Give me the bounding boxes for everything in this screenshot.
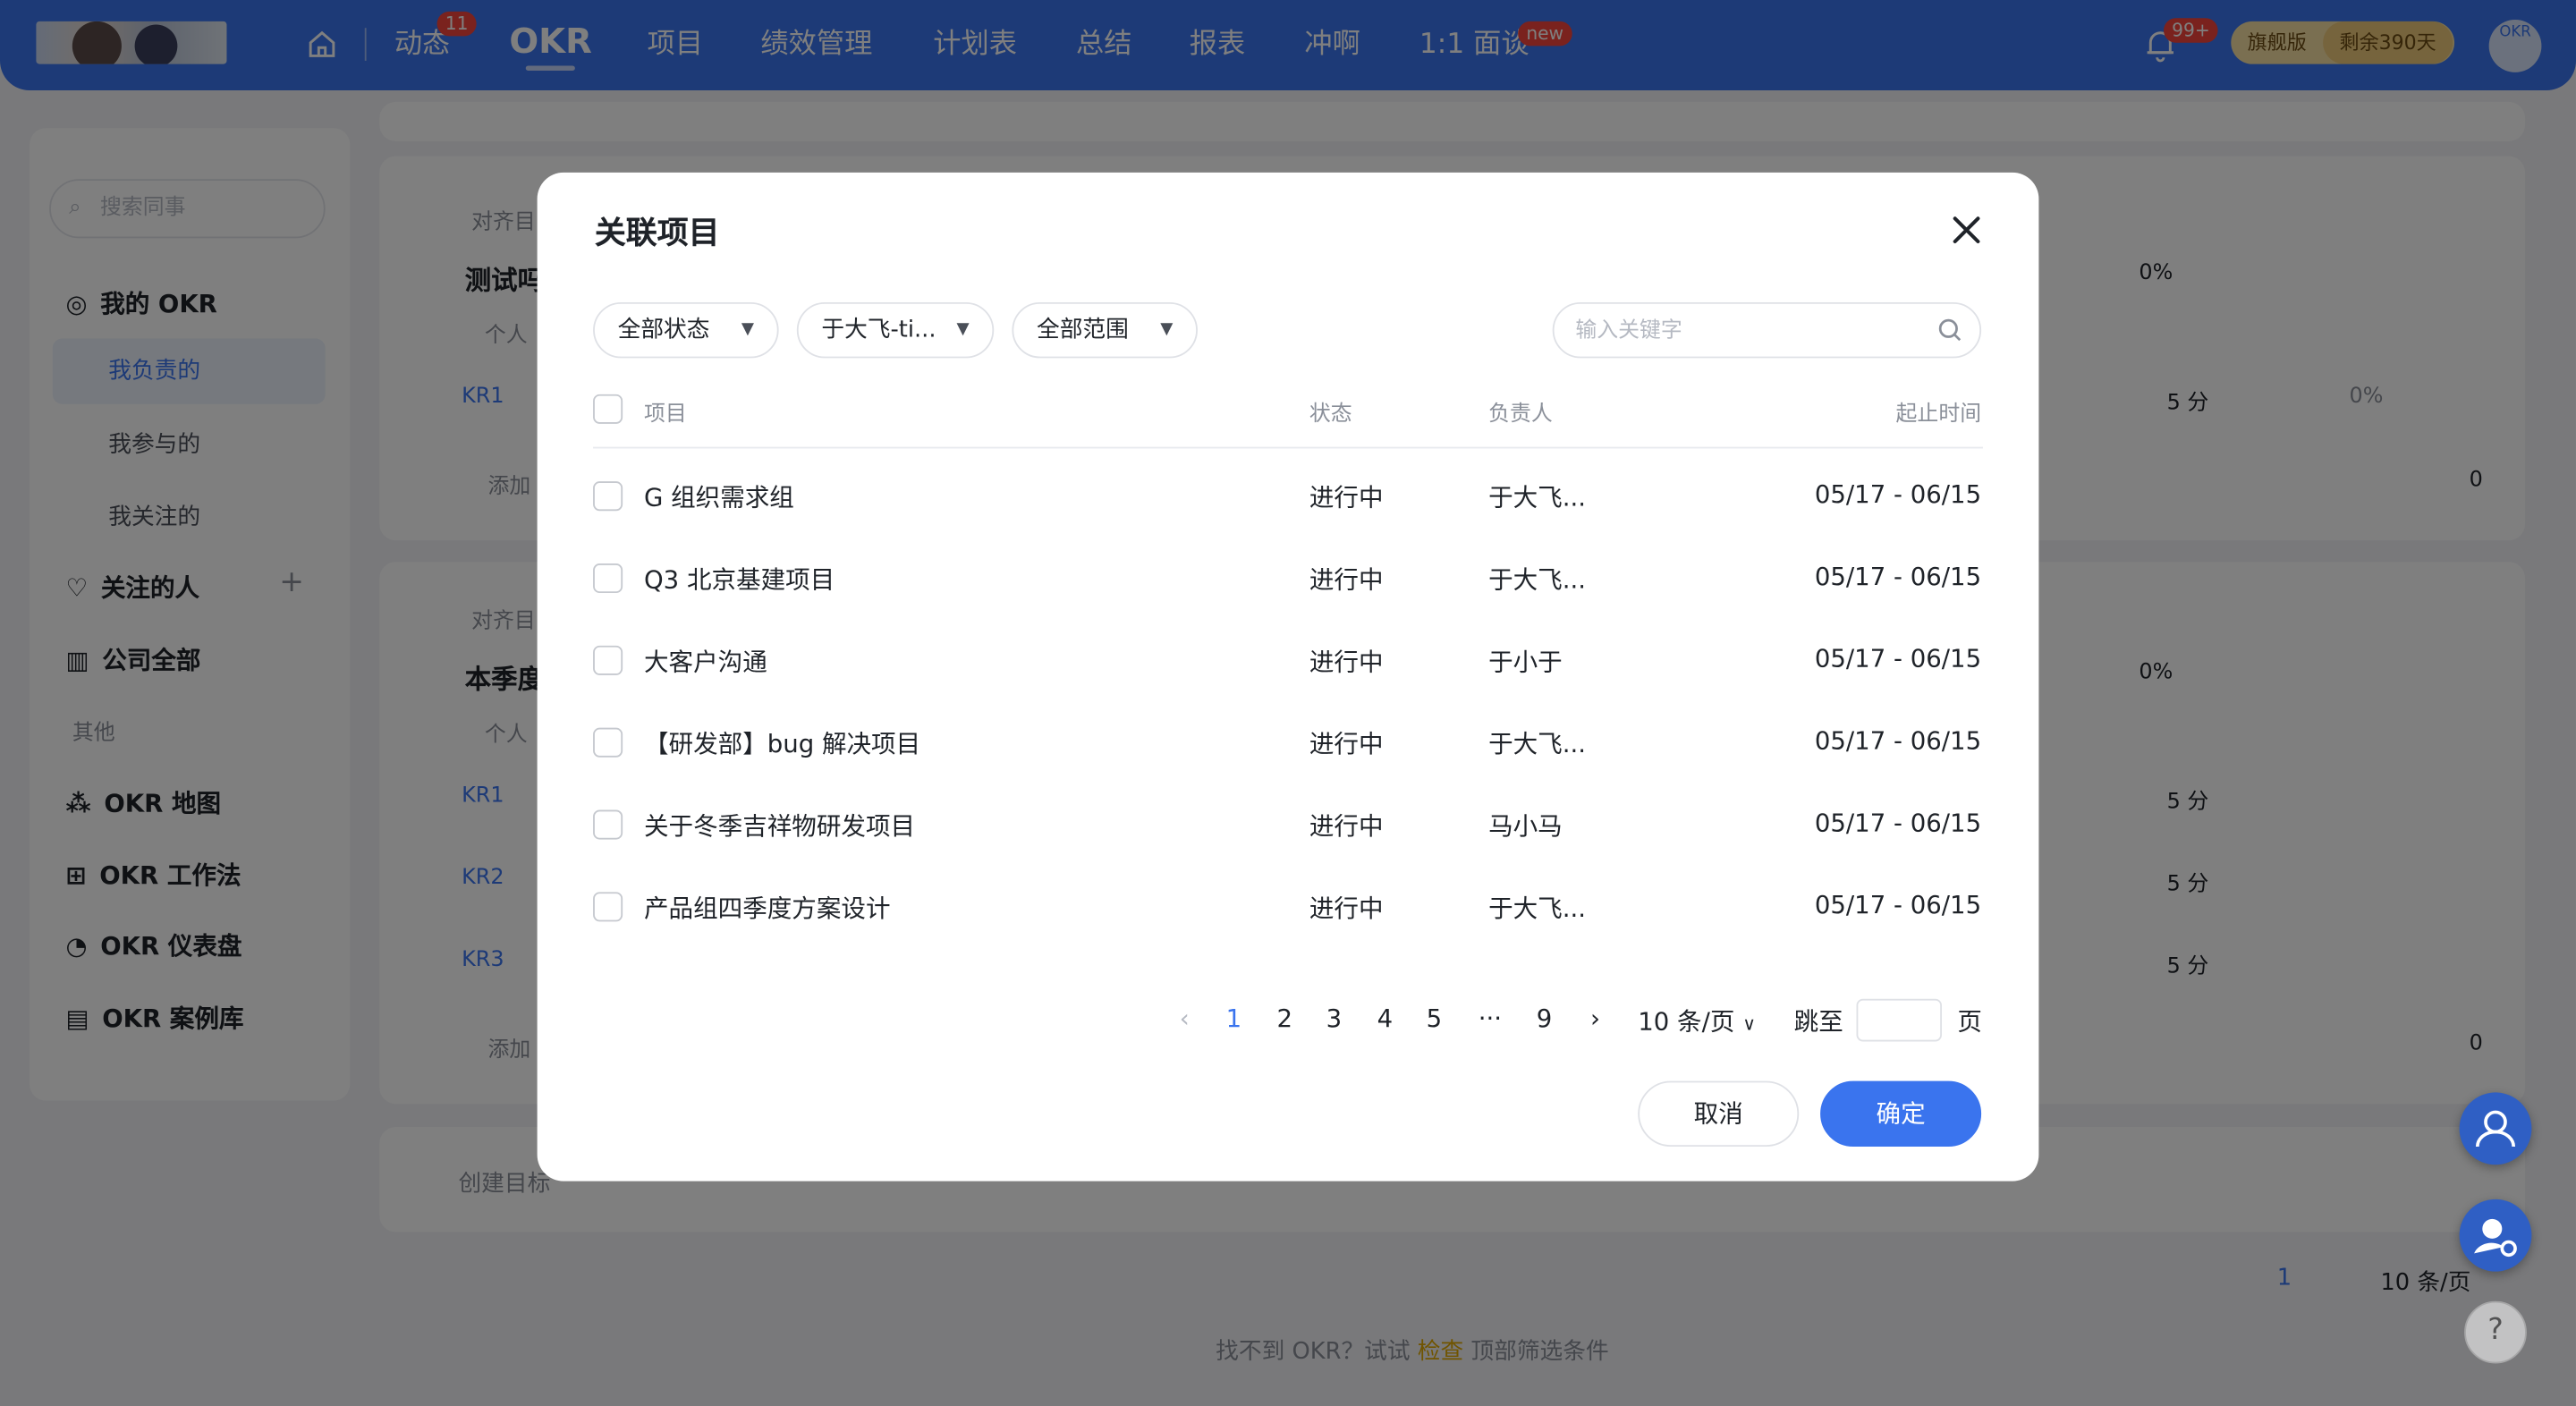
caret-down-icon: ▼ [741,320,755,339]
page-ellipsis[interactable]: ··· [1474,1004,1507,1033]
project-owner: 马小马 [1488,811,1563,842]
project-owner: 于大飞... [1488,729,1587,759]
modal-title: 关联项目 [594,215,720,252]
scope-filter-value: 全部范围 [1036,317,1129,343]
jump-page-input[interactable] [1856,998,1943,1042]
row-checkbox[interactable] [593,892,623,922]
project-status: 进行中 [1309,564,1384,595]
confirm-button[interactable]: 确定 [1820,1080,1982,1148]
owner-filter-dropdown[interactable]: 于大飞-ti... ▼ [796,301,995,359]
user-settings-button[interactable] [2459,1198,2532,1272]
link-project-modal: 关联项目 全部状态 ▼ 于大飞-ti... ▼ 全部范围 ▼ 项目 状态 负责人… [537,172,2039,1182]
page-size-select[interactable]: 10 条/页 ∨ [1638,1004,1756,1038]
column-header-period: 起止时间 [1895,402,1982,428]
help-question-icon[interactable]: ? [2464,1300,2527,1364]
project-period: 05/17 - 06/15 [1814,725,1982,756]
project-name: 产品组四季度方案设计 [643,894,891,924]
project-status: 进行中 [1309,894,1384,924]
page-unit-label: 页 [1957,1006,1983,1037]
project-status: 进行中 [1309,647,1384,677]
user-icon [2475,1110,2516,1148]
project-status: 进行中 [1309,482,1384,513]
page-3[interactable]: 3 [1318,1004,1351,1033]
column-header-status: 状态 [1309,402,1352,428]
contact-support-button[interactable] [2459,1092,2532,1165]
header-divider [593,446,1983,449]
page-1[interactable]: 1 [1217,1004,1250,1033]
user-gear-icon [2474,1218,2517,1258]
project-period: 05/17 - 06/15 [1814,890,1982,920]
jump-to-label: 跳至 [1793,1006,1843,1037]
project-owner: 于大飞... [1488,482,1587,513]
project-name: G 组织需求组 [643,482,794,513]
row-checkbox[interactable] [593,645,623,675]
row-checkbox[interactable] [593,809,623,840]
project-status: 进行中 [1309,729,1384,759]
caret-down-icon: ▼ [1160,320,1174,339]
row-checkbox[interactable] [593,727,623,758]
project-period: 05/17 - 06/15 [1814,479,1982,510]
row-checkbox[interactable] [593,481,623,512]
caret-down-icon: ▼ [956,320,970,339]
page-2[interactable]: 2 [1268,1004,1301,1033]
page-4[interactable]: 4 [1368,1004,1402,1033]
column-header-project: 项目 [643,402,687,428]
prev-page-chevron-icon[interactable]: ‹ [1168,1004,1201,1033]
project-owner: 于小于 [1488,647,1563,677]
project-period: 05/17 - 06/15 [1814,643,1982,674]
close-icon[interactable] [1945,208,1988,251]
status-filter-value: 全部状态 [617,317,710,343]
select-all-checkbox[interactable] [593,394,623,424]
project-period: 05/17 - 06/15 [1814,562,1982,592]
project-name: 关于冬季吉祥物研发项目 [643,811,916,842]
page-5[interactable]: 5 [1418,1004,1451,1033]
row-checkbox[interactable] [593,563,623,594]
project-name: 大客户沟通 [643,647,767,677]
app-root: 动态 11 OKR 项目 绩效管理 计划表 总结 报表 冲啊 1:1 面谈 ne… [0,0,2576,1406]
page-9[interactable]: 9 [1528,1004,1561,1033]
project-status: 进行中 [1309,811,1384,842]
project-name: Q3 北京基建项目 [643,564,835,595]
project-owner: 于大飞... [1488,564,1587,595]
next-page-chevron-icon[interactable]: › [1579,1004,1612,1033]
project-period: 05/17 - 06/15 [1814,808,1982,838]
search-icon[interactable] [1937,317,1963,343]
keyword-search-input[interactable] [1552,301,1982,359]
column-header-owner: 负责人 [1488,402,1553,428]
project-name: 【研发部】bug 解决项目 [643,729,921,759]
cancel-button[interactable]: 取消 [1638,1080,1800,1148]
status-filter-dropdown[interactable]: 全部状态 ▼ [593,301,779,359]
owner-filter-value: 于大飞-ti... [821,317,936,343]
page-size-value: 10 条/页 [1638,1006,1735,1037]
project-owner: 于大飞... [1488,894,1587,924]
scope-filter-dropdown[interactable]: 全部范围 ▼ [1012,301,1198,359]
chevron-down-icon: ∨ [1742,1013,1757,1036]
